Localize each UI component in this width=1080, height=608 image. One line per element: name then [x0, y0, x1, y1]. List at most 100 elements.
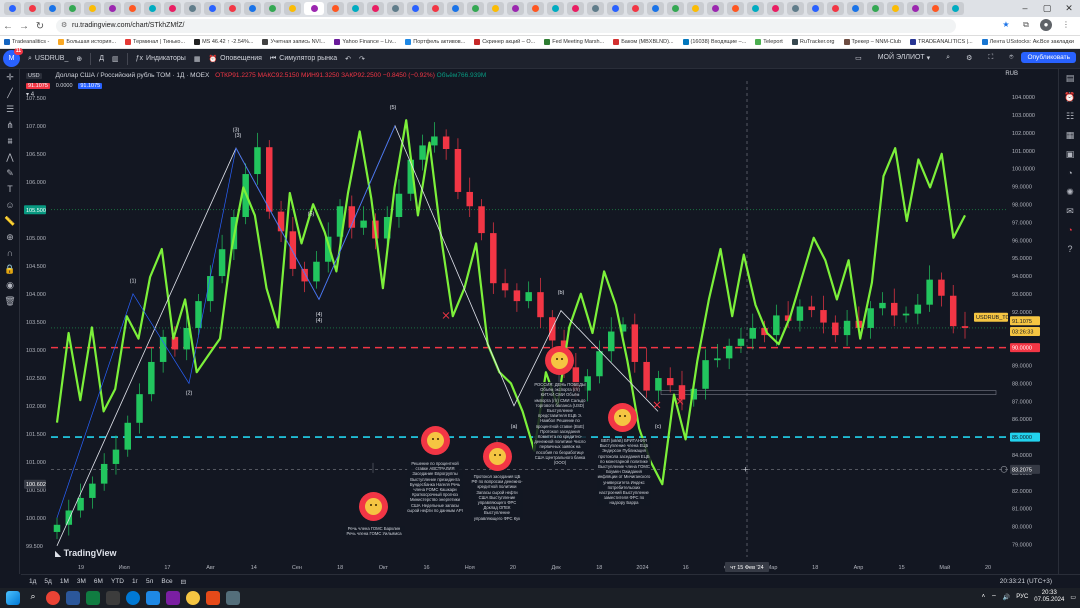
news-icon[interactable]: ▦	[1059, 126, 1080, 145]
taskbar-app-icon[interactable]	[126, 591, 140, 605]
help-icon[interactable]: ?	[1059, 240, 1080, 259]
candle-down[interactable]	[501, 283, 509, 291]
candle-up[interactable]	[725, 345, 733, 359]
reload-icon[interactable]: ↻	[32, 21, 48, 32]
alerts-button[interactable]: ⏰ Оповещения	[208, 55, 262, 63]
compare-button[interactable]: ⊕	[76, 55, 82, 63]
candle-up[interactable]	[159, 336, 167, 362]
buy-price[interactable]: 91.1075	[78, 83, 103, 89]
timezone-clock[interactable]: 20:33:21 (UTC+3)	[1000, 578, 1052, 585]
candle-up[interactable]	[749, 327, 756, 339]
candle-down[interactable]	[454, 149, 462, 192]
user-avatar[interactable]: M 11	[3, 48, 23, 67]
windows-start-icon[interactable]	[6, 591, 20, 605]
lock-icon[interactable]: 🔒	[0, 261, 20, 277]
candle-down[interactable]	[820, 310, 827, 323]
pattern-icon[interactable]: ⋀	[0, 149, 20, 165]
candle-up[interactable]	[183, 327, 190, 350]
timeframe-button[interactable]: YTD	[111, 578, 124, 585]
browser-tab[interactable]	[887, 2, 904, 15]
timeframe-button[interactable]: 5л	[146, 578, 153, 585]
candle-up[interactable]	[914, 304, 922, 314]
hotlist-icon[interactable]: ◔	[1059, 164, 1080, 183]
candle-up[interactable]	[607, 331, 615, 352]
candle-up[interactable]	[360, 220, 367, 228]
browser-tab[interactable]	[284, 2, 301, 15]
goto-date-icon[interactable]: ⊟	[181, 578, 186, 586]
wave-label[interactable]: (b)	[558, 290, 565, 296]
event-emoji-marker[interactable]	[483, 442, 512, 471]
minimize-icon[interactable]: –	[1014, 0, 1036, 17]
taskbar-app-icon[interactable]	[66, 591, 80, 605]
bookmark-item[interactable]: TRADEANALITICS |...	[910, 39, 973, 45]
browser-tab[interactable]	[927, 2, 944, 15]
browser-tab[interactable]	[587, 2, 604, 15]
candle-down[interactable]	[466, 191, 473, 207]
candle-down[interactable]	[513, 290, 521, 302]
event-emoji-marker[interactable]	[421, 426, 450, 455]
zoom-icon[interactable]: ⊕	[0, 229, 20, 245]
candle-up[interactable]	[525, 292, 532, 302]
templates-button[interactable]: ▦	[194, 55, 201, 63]
crosshair-icon[interactable]: ✛	[0, 69, 20, 85]
fib-icon[interactable]: ⩩	[0, 133, 20, 149]
quick-search-icon[interactable]: ⌕	[946, 54, 950, 62]
browser-tab[interactable]	[427, 2, 444, 15]
browser-tab[interactable]	[144, 2, 161, 15]
candle-down[interactable]	[938, 279, 945, 296]
candle-down[interactable]	[949, 295, 957, 327]
browser-tab[interactable]	[567, 2, 584, 15]
timeframe-button[interactable]: 1д	[29, 578, 36, 585]
candle-up[interactable]	[902, 313, 910, 316]
interval-button[interactable]: Д	[99, 55, 104, 62]
wave-label[interactable]: (5)	[308, 211, 315, 217]
candle-up[interactable]	[596, 351, 603, 377]
tray-clock[interactable]: 20:33 07.05.2024	[1034, 590, 1064, 604]
tray-chevron-icon[interactable]: ˄	[982, 594, 986, 600]
extensions-icon[interactable]: ⧉	[1020, 19, 1032, 31]
symbol-search[interactable]: ⌕ USDRUB_	[28, 55, 68, 63]
candle-down[interactable]	[891, 302, 898, 316]
candle-up[interactable]	[867, 308, 874, 328]
candle-up[interactable]	[77, 497, 84, 511]
chart-canvas[interactable]: 107.500107.000106.500106.000105.500105.0…	[21, 69, 1058, 574]
network-icon[interactable]: ⌔	[991, 593, 997, 601]
text-icon[interactable]: T	[0, 181, 20, 197]
taskbar-app-icon[interactable]	[146, 591, 160, 605]
wave-label[interactable]: (c)	[655, 424, 662, 430]
bookmark-item[interactable]: Учетная запись NVI...	[262, 39, 325, 45]
browser-tab[interactable]	[4, 2, 21, 15]
candle-up[interactable]	[702, 360, 709, 389]
timeframe-button[interactable]: 1г	[132, 578, 138, 585]
taskbar-app-icon[interactable]	[86, 591, 100, 605]
candle-up[interactable]	[737, 338, 745, 346]
browser-tab[interactable]	[787, 2, 804, 15]
browser-tab[interactable]	[847, 2, 864, 15]
browser-tab[interactable]	[104, 2, 121, 15]
browser-tab[interactable]	[527, 2, 544, 15]
browser-tab[interactable]	[647, 2, 664, 15]
bookmark-item[interactable]: Терминал | Тинько...	[125, 39, 185, 45]
volume-icon[interactable]: 🔊	[1003, 594, 1010, 601]
browser-tab[interactable]	[204, 2, 221, 15]
candle-down[interactable]	[537, 292, 544, 318]
candle-up[interactable]	[65, 510, 73, 525]
bookmark-item[interactable]: Yahoo Finance – Liv...	[334, 39, 396, 45]
browser-tab[interactable]	[947, 2, 964, 15]
profile-avatar[interactable]: ●	[1040, 19, 1052, 31]
browser-tab[interactable]	[124, 2, 141, 15]
candle-up[interactable]	[136, 394, 143, 423]
publish-button[interactable]: Опубликовать	[1021, 52, 1076, 63]
browser-tab[interactable]	[767, 2, 784, 15]
indicators-button[interactable]: ƒx Индикаторы	[136, 55, 186, 62]
timeframe-button[interactable]: 1М	[60, 578, 69, 585]
browser-tab[interactable]	[727, 2, 744, 15]
candle-up[interactable]	[313, 261, 320, 282]
browser-tab[interactable]	[347, 2, 364, 15]
notification-center-icon[interactable]: ▭	[1070, 594, 1076, 601]
candle-down[interactable]	[643, 361, 650, 391]
event-emoji-marker[interactable]	[359, 492, 388, 521]
calendar-icon[interactable]: ▣	[1059, 145, 1080, 164]
browser-tab[interactable]	[407, 2, 424, 15]
candle-up[interactable]	[879, 302, 886, 309]
